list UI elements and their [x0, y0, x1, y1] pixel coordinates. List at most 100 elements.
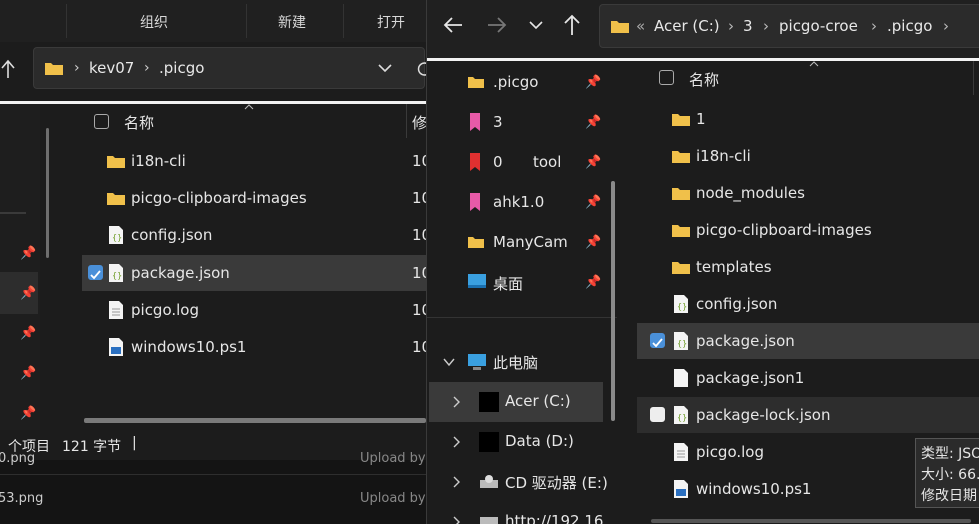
file-row-i18n-cli[interactable]: i18n-cli 10: [82, 143, 426, 179]
chevron-down-icon[interactable]: [443, 357, 455, 367]
file-row-i18n-cli[interactable]: i18n-cli: [647, 138, 979, 174]
json-file-icon: {}: [109, 226, 123, 244]
open-button[interactable]: 打开: [377, 12, 405, 32]
pin-icon[interactable]: 📌: [585, 275, 601, 290]
bookmark-folder-icon: [470, 113, 480, 131]
file-row-config-json[interactable]: {} config.json: [647, 286, 979, 322]
file-row-1[interactable]: 1: [647, 101, 979, 137]
column-header-name[interactable]: 名称: [689, 69, 719, 90]
right-nav-bar: « Acer (C:) › 3 › picgo-croe › .picgo ›: [427, 0, 979, 58]
toolbar-divider: [66, 4, 67, 38]
recent-locations-chevron-icon[interactable]: [529, 20, 543, 30]
column-header-name[interactable]: 名称: [124, 112, 154, 133]
breadcrumb-picgo[interactable]: .picgo: [887, 17, 932, 35]
upload-file-name: 0.png: [0, 451, 36, 466]
json-file-icon: {}: [674, 295, 688, 313]
nav-label: Data (D:): [505, 432, 574, 450]
nav-network-drive[interactable]: http://192.16: [429, 502, 619, 524]
quick-access-tool[interactable]: 0 tool 📌: [467, 147, 607, 177]
folder-icon: [468, 237, 484, 248]
powershell-file-icon: [109, 338, 123, 356]
pin-icon[interactable]: 📌: [585, 115, 601, 130]
quick-access-3[interactable]: 3 📌: [467, 107, 607, 137]
drive-icon: [479, 392, 499, 412]
chevron-down-icon[interactable]: [378, 62, 392, 74]
organize-button[interactable]: 组织: [140, 12, 168, 32]
quick-access-manycam[interactable]: ManyCam 📌: [467, 227, 607, 257]
file-row-windows10-ps1[interactable]: windows10.ps1 10: [82, 329, 426, 365]
chevron-right-icon[interactable]: [453, 436, 461, 448]
nav-scrollbar[interactable]: [46, 128, 49, 258]
breadcrumb-acer-c[interactable]: Acer (C:): [654, 17, 720, 35]
pin-icon[interactable]: 📌: [585, 75, 601, 90]
file-row-picgo-clipboard-images[interactable]: picgo-clipboard-images 10: [82, 180, 426, 216]
column-header-modified[interactable]: 修: [412, 112, 426, 133]
svg-text:{}: {}: [677, 302, 687, 311]
select-all-checkbox[interactable]: [659, 70, 674, 85]
horizontal-scrollbar[interactable]: [84, 418, 426, 423]
file-row-package-json[interactable]: {} package.json: [637, 323, 979, 359]
nav-label: 3: [493, 113, 503, 131]
breadcrumb-picgo[interactable]: .picgo: [159, 59, 204, 77]
file-row-templates[interactable]: templates: [647, 249, 979, 285]
breadcrumb-kev07[interactable]: kev07: [89, 59, 134, 77]
horizontal-scrollbar[interactable]: [651, 519, 971, 523]
chevron-right-icon[interactable]: [453, 396, 461, 408]
file-date: 10: [412, 301, 426, 319]
nav-this-pc[interactable]: 此电脑: [437, 348, 617, 376]
quick-access-desktop[interactable]: 桌面 📌: [467, 267, 607, 297]
file-row-config-json[interactable]: {} config.json 10: [82, 217, 426, 253]
nav-drive-c[interactable]: Acer (C:): [429, 382, 603, 422]
file-row-picgo-log[interactable]: picgo.log 10: [82, 292, 426, 328]
row-checkbox[interactable]: [650, 407, 665, 422]
nav-label: tool: [533, 153, 562, 171]
powershell-file-icon: [674, 480, 688, 498]
up-arrow-icon[interactable]: [563, 14, 581, 36]
file-name: package-lock.json: [696, 406, 831, 424]
file-row-node-modules[interactable]: node_modules: [647, 175, 979, 211]
folder-icon: [107, 156, 125, 168]
forward-arrow-icon[interactable]: [487, 16, 507, 34]
nav-drive-e[interactable]: CD 驱动器 (E:): [429, 462, 619, 502]
chevron-right-icon[interactable]: [453, 516, 461, 524]
upload-action: Upload by: [360, 491, 426, 506]
nav-label: 桌面: [493, 275, 524, 293]
quick-access-picgo[interactable]: .picgo 📌: [467, 67, 607, 97]
breadcrumb-picgo-croe[interactable]: picgo-croe: [779, 17, 858, 35]
row-checkbox-checked[interactable]: [650, 333, 665, 348]
svg-text:{}: {}: [677, 413, 687, 422]
file-row-package-json[interactable]: {} package.json 10: [82, 255, 426, 291]
pin-icon[interactable]: 📌: [585, 195, 601, 210]
nav-drive-d[interactable]: Data (D:): [429, 422, 603, 462]
sort-ascending-icon: [809, 61, 819, 67]
breadcrumb-3[interactable]: 3: [743, 17, 753, 35]
right-explorer-window: « Acer (C:) › 3 › picgo-croe › .picgo › …: [426, 0, 979, 524]
json-file-icon: {}: [674, 332, 688, 350]
nav-scrollbar[interactable]: [611, 181, 615, 421]
file-row-picgo-clipboard-images[interactable]: picgo-clipboard-images: [647, 212, 979, 248]
refresh-icon[interactable]: [417, 61, 426, 77]
row-checkbox-checked[interactable]: [88, 265, 103, 280]
breadcrumb-overflow[interactable]: «: [636, 17, 645, 35]
left-address-bar[interactable]: › kev07 › .picgo: [33, 47, 426, 89]
up-arrow-icon[interactable]: [0, 58, 16, 80]
chevron-right-icon[interactable]: [453, 476, 461, 488]
left-nav-pane: 📌 📌 📌 📌 📌: [0, 104, 49, 430]
pin-icon[interactable]: 📌: [585, 235, 601, 250]
file-name: i18n-cli: [696, 147, 751, 165]
select-all-checkbox[interactable]: [94, 114, 109, 129]
file-row-package-lock-json[interactable]: {} package-lock.json: [637, 397, 979, 433]
tooltip-modified: 修改日期: [921, 488, 977, 504]
pin-icon[interactable]: 📌: [585, 155, 601, 170]
tooltip-type: 类型: JSO: [921, 446, 979, 462]
file-row-package-json1[interactable]: package.json1: [647, 360, 979, 396]
file-name: windows10.ps1: [696, 480, 812, 498]
new-button[interactable]: 新建: [278, 12, 306, 32]
back-arrow-icon[interactable]: [443, 16, 463, 34]
desktop-icon: [468, 274, 486, 288]
nav-label: Acer (C:): [505, 392, 571, 410]
quick-access-ahk[interactable]: ahk1.0 📌: [467, 187, 607, 217]
folder-icon: [468, 77, 484, 88]
file-icon: [674, 369, 688, 387]
right-address-bar[interactable]: « Acer (C:) › 3 › picgo-croe › .picgo ›: [599, 4, 979, 48]
